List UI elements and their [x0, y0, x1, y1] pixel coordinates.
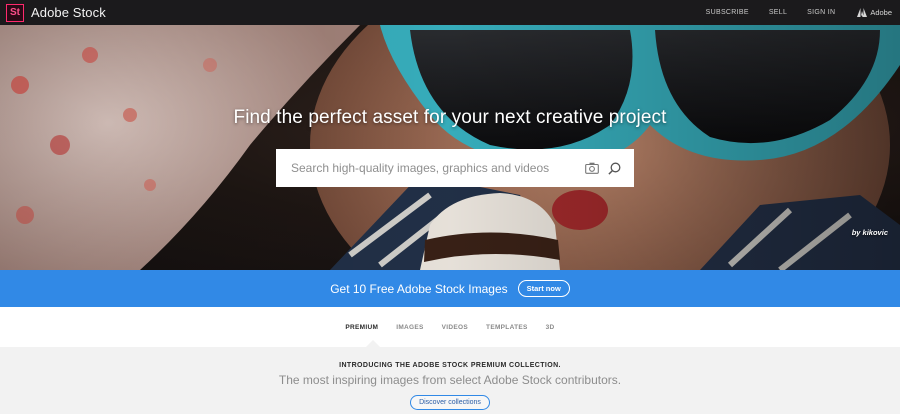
photo-credit[interactable]: by kikovic — [852, 228, 888, 237]
hero-title: Find the perfect asset for your next cre… — [233, 107, 667, 128]
adobe-label: Adobe — [870, 8, 892, 17]
promo-text: Get 10 Free Adobe Stock Images — [330, 281, 508, 296]
adobe-link[interactable]: Adobe — [857, 8, 892, 17]
adobe-logo-icon — [857, 8, 868, 17]
active-tab-indicator — [366, 340, 380, 347]
tab-premium[interactable]: PREMIUM — [345, 324, 378, 331]
tab-images[interactable]: IMAGES — [396, 324, 423, 331]
sign-in-link[interactable]: SIGN IN — [807, 9, 835, 16]
tab-templates[interactable]: TEMPLATES — [486, 324, 528, 331]
sell-link[interactable]: SELL — [769, 9, 787, 16]
top-nav: SUBSCRIBE SELL SIGN IN Adobe — [686, 0, 892, 25]
brand-name[interactable]: Adobe Stock — [31, 5, 106, 20]
search-input[interactable]: Search high-quality images, graphics and… — [291, 161, 585, 175]
premium-heading: INTRODUCING THE ADOBE STOCK PREMIUM COLL… — [339, 362, 561, 369]
adobe-stock-logo[interactable]: St — [6, 3, 24, 22]
search-bar[interactable]: Search high-quality images, graphics and… — [276, 149, 634, 187]
discover-collections-button[interactable]: Discover collections — [410, 395, 490, 410]
tab-videos[interactable]: VIDEOS — [442, 324, 468, 331]
hero-banner: Find the perfect asset for your next cre… — [0, 25, 900, 270]
camera-icon[interactable] — [585, 162, 599, 174]
start-now-button[interactable]: Start now — [517, 280, 570, 297]
premium-collection-section: INTRODUCING THE ADOBE STOCK PREMIUM COLL… — [0, 347, 900, 414]
premium-subtitle: The most inspiring images from select Ad… — [278, 373, 622, 387]
subscribe-link[interactable]: SUBSCRIBE — [706, 9, 749, 16]
hero-background-photo — [0, 25, 900, 270]
content-type-tabs: PREMIUM IMAGES VIDEOS TEMPLATES 3D — [0, 307, 900, 347]
search-icon[interactable] — [608, 162, 621, 175]
tab-3d[interactable]: 3D — [546, 324, 555, 331]
promo-banner: Get 10 Free Adobe Stock Images Start now — [0, 270, 900, 307]
top-navigation-bar: St Adobe Stock SUBSCRIBE SELL SIGN IN Ad… — [0, 0, 900, 25]
